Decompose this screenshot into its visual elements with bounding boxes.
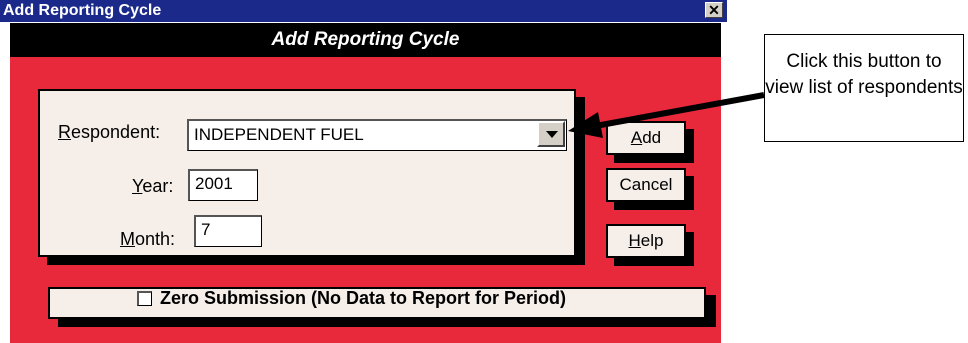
callout-box: Click this button to view list of respon… — [764, 34, 964, 142]
